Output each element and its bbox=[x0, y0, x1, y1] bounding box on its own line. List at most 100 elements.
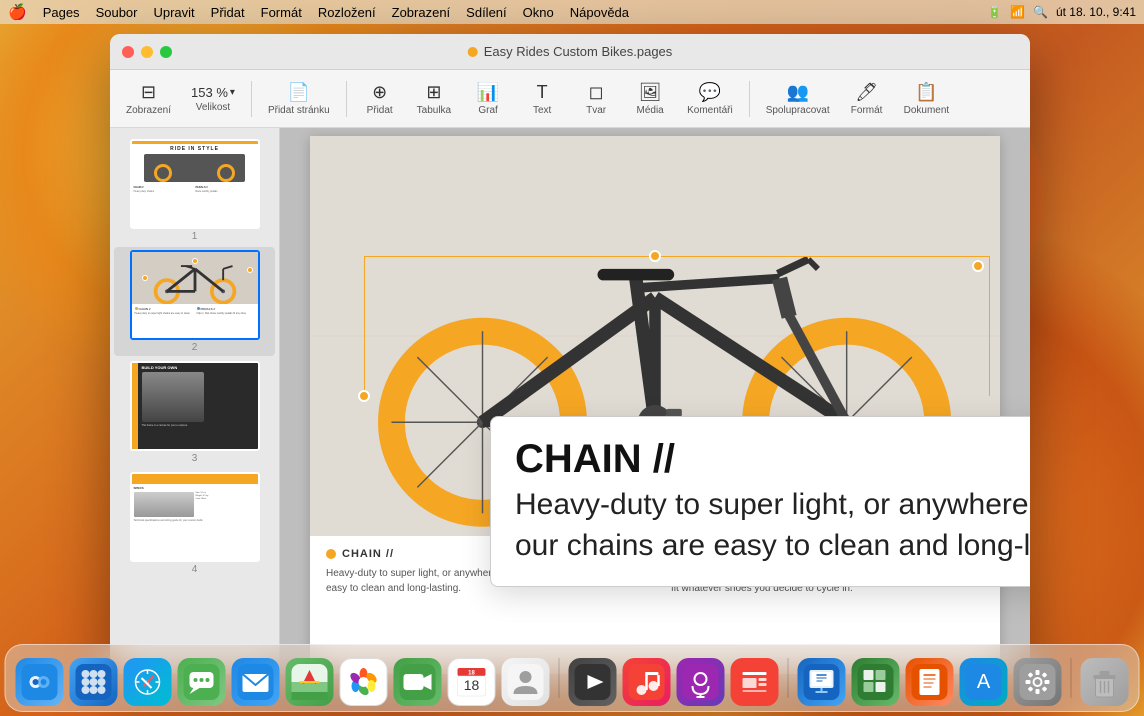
apple-menu[interactable]: 🍎 bbox=[8, 3, 27, 21]
media-button[interactable]: 🖼 Média bbox=[625, 78, 675, 120]
menu-edit[interactable]: Upravit bbox=[153, 5, 194, 20]
tooltip-heading: CHAIN // bbox=[515, 437, 1030, 481]
menu-format[interactable]: Formát bbox=[261, 5, 302, 20]
traffic-lights bbox=[122, 46, 172, 58]
minimize-button[interactable] bbox=[141, 46, 153, 58]
add-page-button[interactable]: 📄 Přidat stránku bbox=[260, 78, 338, 120]
dock-appstore[interactable]: A bbox=[960, 658, 1008, 706]
shape-button[interactable]: ◻ Tvar bbox=[571, 78, 621, 120]
shape-icon: ◻ bbox=[589, 82, 604, 103]
table-icon: ⊞ bbox=[426, 82, 441, 103]
page-thumb-img-2: CHAIN // Heavy-duty to super light chain… bbox=[130, 250, 260, 340]
dock-separator bbox=[559, 658, 560, 698]
toolbar-sep-2 bbox=[346, 81, 347, 117]
document-button[interactable]: 📋 Dokument bbox=[896, 78, 958, 120]
table-button[interactable]: ⊞ Tabulka bbox=[409, 78, 459, 120]
dock-facetime[interactable] bbox=[394, 658, 442, 706]
datetime: út 18. 10., 9:41 bbox=[1056, 5, 1136, 19]
svg-text:A: A bbox=[977, 671, 991, 693]
format-button[interactable]: 🖊 Formát bbox=[842, 78, 892, 120]
page-thumb-3[interactable]: BUILD YOUR OWN This frame is a canvas fo… bbox=[114, 358, 275, 467]
page-thumb-4[interactable]: SPECS Size: 52 cm Weight: 8.5 kg Color: … bbox=[114, 469, 275, 578]
tooltip-popup: CHAIN // Heavy-duty to super light, or a… bbox=[490, 416, 1030, 587]
selection-handle-right[interactable] bbox=[972, 260, 984, 272]
dock-safari[interactable] bbox=[124, 658, 172, 706]
page-num-2: 2 bbox=[192, 342, 198, 353]
menubar: 🍎 Pages Soubor Upravit Přidat Formát Roz… bbox=[0, 0, 1144, 24]
battery-icon: 🔋 bbox=[987, 5, 1002, 19]
add-button[interactable]: ⊕ Přidat bbox=[355, 78, 405, 120]
dock-separator-2 bbox=[788, 658, 789, 698]
dock-settings[interactable] bbox=[1014, 658, 1062, 706]
media-icon: 🖼 bbox=[639, 82, 662, 103]
search-icon[interactable]: 🔍 bbox=[1033, 5, 1048, 19]
svg-text:18: 18 bbox=[468, 671, 475, 677]
chart-button[interactable]: 📊 Graf bbox=[463, 78, 513, 120]
menu-arrange[interactable]: Rozložení bbox=[318, 5, 376, 20]
comment-button[interactable]: 💬 Komentáři bbox=[679, 78, 741, 120]
dock-appletv[interactable] bbox=[569, 658, 617, 706]
menu-help[interactable]: Nápověda bbox=[570, 5, 629, 20]
page-sidebar[interactable]: RIDE IN STYLE CHAIN // Heavy-duty chains bbox=[110, 128, 280, 674]
zoom-value: 153 % bbox=[191, 85, 228, 100]
dock-calendar[interactable]: 18 18 bbox=[448, 658, 496, 706]
selection-line-right bbox=[989, 256, 990, 396]
dock: 18 18 bbox=[5, 644, 1140, 712]
menu-pages[interactable]: Pages bbox=[43, 5, 80, 20]
menu-share[interactable]: Sdílení bbox=[466, 5, 506, 20]
page-thumb-img-3: BUILD YOUR OWN This frame is a canvas fo… bbox=[130, 361, 260, 451]
zoom-control[interactable]: 153 % ▾ Velikost bbox=[183, 81, 243, 117]
toolbar: ⊟ Zobrazení 153 % ▾ Velikost 📄 Přidat st… bbox=[110, 70, 1030, 128]
dock-mail[interactable] bbox=[232, 658, 280, 706]
dock-messages[interactable] bbox=[178, 658, 226, 706]
view-icon: ⊟ bbox=[141, 82, 156, 103]
collab-button[interactable]: 👥 Spolupracovat bbox=[758, 78, 838, 120]
page-thumb-img-4: SPECS Size: 52 cm Weight: 8.5 kg Color: … bbox=[130, 472, 260, 562]
titlebar: Easy Rides Custom Bikes.pages bbox=[110, 34, 1030, 70]
document-canvas[interactable]: CHAIN // Heavy-duty to super light, or a… bbox=[280, 128, 1030, 674]
dock-keynote[interactable] bbox=[798, 658, 846, 706]
page-thumb-2[interactable]: CHAIN // Heavy-duty to super light chain… bbox=[114, 247, 275, 356]
text-button[interactable]: T Text bbox=[517, 78, 567, 120]
text-icon: T bbox=[537, 82, 548, 103]
selection-handle-top[interactable] bbox=[649, 250, 661, 262]
dock-numbers[interactable] bbox=[852, 658, 900, 706]
chain-title: CHAIN // bbox=[342, 548, 394, 560]
toolbar-sep-3 bbox=[749, 81, 750, 117]
dock-pages[interactable] bbox=[906, 658, 954, 706]
chart-icon: 📊 bbox=[477, 82, 499, 103]
maximize-button[interactable] bbox=[160, 46, 172, 58]
page-num-3: 3 bbox=[192, 453, 198, 464]
add-icon: ⊕ bbox=[372, 82, 387, 103]
page-thumb-1[interactable]: RIDE IN STYLE CHAIN // Heavy-duty chains bbox=[114, 136, 275, 245]
dock-photos[interactable] bbox=[340, 658, 388, 706]
dock-music[interactable] bbox=[623, 658, 671, 706]
view-button[interactable]: ⊟ Zobrazení bbox=[118, 78, 179, 120]
dock-trash[interactable] bbox=[1081, 658, 1129, 706]
window-title: Easy Rides Custom Bikes.pages bbox=[468, 44, 673, 59]
document-page[interactable]: CHAIN // Heavy-duty to super light, or a… bbox=[310, 136, 1000, 674]
dock-finder[interactable] bbox=[16, 658, 64, 706]
toolbar-sep-1 bbox=[251, 81, 252, 117]
dock-contacts[interactable] bbox=[502, 658, 550, 706]
page-thumb-img-1: RIDE IN STYLE CHAIN // Heavy-duty chains bbox=[130, 139, 260, 229]
collab-icon: 👥 bbox=[786, 82, 808, 103]
selection-line-top bbox=[364, 256, 990, 257]
dock-news[interactable] bbox=[731, 658, 779, 706]
menu-add[interactable]: Přidat bbox=[211, 5, 245, 20]
comment-icon: 💬 bbox=[699, 82, 721, 103]
close-button[interactable] bbox=[122, 46, 134, 58]
dock-podcasts[interactable] bbox=[677, 658, 725, 706]
page-num-4: 4 bbox=[192, 564, 198, 575]
tooltip-body: Heavy-duty to super light, or anywhere i… bbox=[515, 485, 1030, 566]
dock-maps[interactable] bbox=[286, 658, 334, 706]
page-num-1: 1 bbox=[192, 231, 198, 242]
menu-window[interactable]: Okno bbox=[523, 5, 554, 20]
pages-window: Easy Rides Custom Bikes.pages ⊟ Zobrazen… bbox=[110, 34, 1030, 674]
main-content: RIDE IN STYLE CHAIN // Heavy-duty chains bbox=[110, 128, 1030, 674]
doc-icon bbox=[468, 47, 478, 57]
menu-view[interactable]: Zobrazení bbox=[392, 5, 451, 20]
selection-handle-left[interactable] bbox=[358, 390, 370, 402]
dock-launchpad[interactable] bbox=[70, 658, 118, 706]
menu-file[interactable]: Soubor bbox=[96, 5, 138, 20]
